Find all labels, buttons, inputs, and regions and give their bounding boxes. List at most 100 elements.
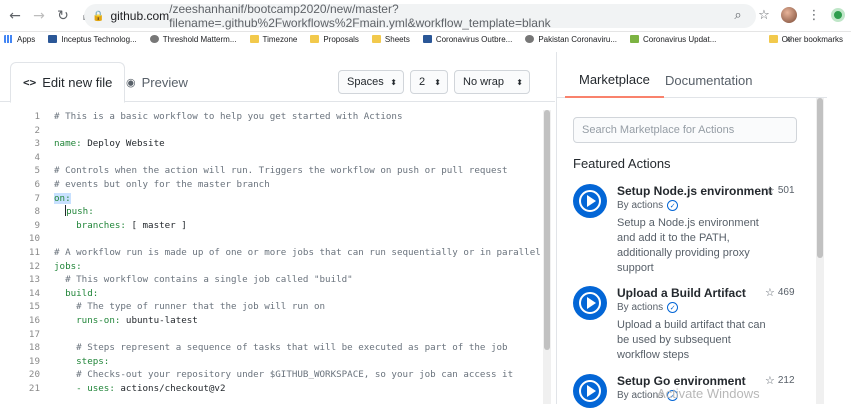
tab-edit-new-file[interactable]: <> Edit new file	[10, 62, 126, 103]
code-line[interactable]: 14 build:	[0, 287, 543, 301]
code-line[interactable]: 13 # This workflow contains a single job…	[0, 273, 543, 287]
code-line[interactable]: 1 # This is a basic workflow to help you …	[0, 110, 543, 124]
play-icon	[573, 374, 607, 408]
yaml-key: branches:	[54, 219, 126, 231]
menu-icon[interactable]: ⋮	[805, 6, 823, 24]
bookmark-item[interactable]: Inceptus Technolog...	[48, 35, 137, 44]
line-number: 16	[28, 315, 40, 326]
tab-preview[interactable]: ◉ Preview	[126, 62, 188, 102]
line-number: 7	[34, 192, 40, 204]
comment-text: # Steps represent a sequence of tasks th…	[54, 342, 508, 354]
file-editor: <> Edit new file ◉ Preview Spaces ⬍ 2 ⬍ No…	[0, 52, 555, 404]
code-line[interactable]: 21 - uses: actions/checkout@v2	[0, 382, 543, 396]
code-line[interactable]: 17	[0, 328, 543, 342]
code-line[interactable]: 7 on:	[0, 192, 543, 206]
indent-mode-select[interactable]: Spaces ⬍	[338, 70, 404, 94]
other-bookmarks-label: Other bookmarks	[781, 34, 843, 44]
bookmark-item[interactable]: Pakistan Coronaviru...	[525, 35, 617, 44]
code-line[interactable]: 20 # Checks-out your repository under $G…	[0, 368, 543, 382]
star-count: ☆ 469	[765, 286, 795, 299]
code-line[interactable]: 12 jobs:	[0, 260, 543, 274]
zoom-icon[interactable]: ⌕	[729, 6, 747, 24]
code-line[interactable]: 15 # The type of runner that the job wil…	[0, 300, 543, 314]
code-line[interactable]: 4	[0, 151, 543, 165]
code-line[interactable]: 10	[0, 232, 543, 246]
bookmark-label: Apps	[17, 34, 36, 44]
action-author-label: By actions	[617, 200, 664, 211]
action-card[interactable]: Setup Node.js environment By actions ✓ Se…	[573, 184, 808, 274]
bookmark-item[interactable]: Timezone	[249, 35, 297, 44]
editor-scrollbar[interactable]	[543, 110, 551, 404]
tab-documentation[interactable]: Documentation	[665, 62, 752, 98]
comment-text: # Controls when the action will run. Tri…	[54, 165, 508, 177]
line-number: 15	[28, 301, 40, 313]
tab-label: Edit new file	[42, 75, 113, 90]
code-line[interactable]: 3 name: Deploy Website	[0, 137, 543, 151]
bookmark-label: Proposals	[323, 34, 359, 44]
star-count: ☆ 212	[765, 374, 795, 387]
code-line[interactable]: 6 # events but only for the master branch	[0, 178, 543, 192]
folder-icon	[768, 35, 778, 43]
code-editor[interactable]: 1 # This is a basic workflow to help you …	[0, 110, 543, 404]
sidebar-scroll-thumb[interactable]	[817, 98, 823, 258]
forward-icon[interactable]: →	[30, 7, 48, 25]
verified-icon: ✓	[667, 302, 679, 313]
bookmark-item[interactable]: Sheets	[371, 35, 410, 44]
bookmark-item[interactable]: Proposals	[310, 35, 359, 44]
yaml-key: jobs:	[54, 260, 82, 272]
code-line[interactable]: 5 # Controls when the action will run. Tr…	[0, 164, 543, 178]
action-card[interactable]: Upload a Build Artifact By actions ✓ Uplo…	[573, 286, 808, 366]
reload-icon[interactable]: ↻	[54, 7, 72, 25]
bookmark-label: Pakistan Coronaviru...	[538, 34, 618, 44]
line-number: 18	[28, 342, 40, 354]
featured-actions-heading: Featured Actions	[573, 156, 671, 171]
yaml-value: [ master ]	[125, 219, 187, 231]
folder-icon	[371, 35, 381, 43]
line-number: 6	[34, 179, 40, 190]
tab-marketplace[interactable]: Marketplace	[565, 62, 664, 98]
bookmark-item[interactable]: Threshold Matterm...	[149, 35, 237, 44]
wrap-mode-select[interactable]: No wrap ⬍	[454, 70, 530, 94]
folder-icon	[310, 35, 320, 43]
indent-size-select[interactable]: 2 ⬍	[410, 70, 448, 94]
bookmark-icon	[422, 35, 432, 43]
star-icon[interactable]: ☆	[755, 6, 773, 24]
star-icon: ☆	[765, 286, 775, 299]
line-number: 2	[34, 124, 40, 136]
code-line[interactable]: 8 push:	[0, 205, 543, 219]
code-line[interactable]: 11 # A workflow run is made up of one or …	[0, 246, 543, 260]
action-author: By actions ✓	[617, 302, 679, 313]
wrap-mode-value: No wrap	[463, 76, 504, 88]
line-number: 12	[28, 260, 40, 272]
code-line[interactable]: 18 # Steps represent a sequence of tasks…	[0, 341, 543, 355]
code-line[interactable]: 16 runs-on: ubuntu-latest	[0, 314, 543, 328]
action-title[interactable]: Upload a Build Artifact	[617, 286, 746, 300]
record-icon[interactable]	[831, 8, 845, 22]
sidebar-scrollbar[interactable]	[816, 98, 824, 404]
star-icon: ☆	[765, 184, 775, 197]
line-number: 19	[28, 355, 40, 367]
folder-icon	[249, 35, 259, 43]
code-line[interactable]: 19 steps:	[0, 355, 543, 369]
avatar[interactable]	[781, 7, 797, 23]
action-title[interactable]: Setup Node.js environment	[617, 184, 772, 198]
code-line[interactable]: 9 branches: [ master ]	[0, 219, 543, 233]
bookmark-item[interactable]: Coronavirus Updat...	[630, 35, 716, 44]
other-bookmarks[interactable]: Other bookmarks	[768, 34, 843, 44]
marketplace-search-input[interactable]: Search Marketplace for Actions	[573, 117, 797, 143]
yaml-key: steps:	[54, 355, 110, 367]
line-text: on:	[54, 192, 71, 206]
line-number: 9	[34, 219, 40, 231]
star-count: ☆ 501	[765, 184, 795, 197]
back-icon[interactable]: ←	[6, 7, 24, 25]
line-text: # Controls when the action will run. Tri…	[54, 164, 508, 178]
url-host: github.com	[110, 9, 170, 23]
bookmark-apps[interactable]: Apps	[4, 35, 35, 44]
address-bar[interactable]: 🔒 github.com/zeeshanhanif/bootcamp2020/n…	[84, 2, 756, 30]
bookmark-item[interactable]: Coronavirus Outbre...	[422, 34, 513, 44]
bookmark-label: Coronavirus Outbre...	[435, 34, 513, 44]
code-line[interactable]: 2	[0, 124, 543, 138]
yaml-value: ubuntu-latest	[120, 315, 198, 326]
line-text: # The type of runner that the job will r…	[54, 300, 325, 314]
editor-scroll-thumb[interactable]	[544, 110, 550, 350]
